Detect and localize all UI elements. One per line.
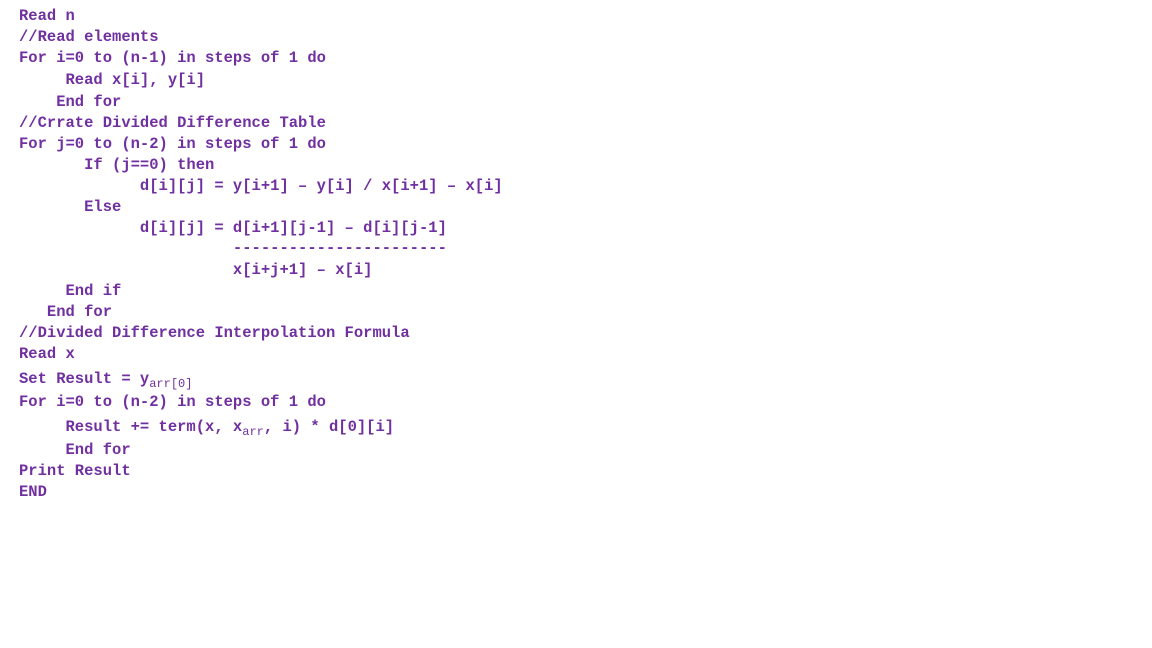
code-line-16: //Divided Difference Interpolation Formu… [19,324,410,342]
code-line-12: ----------------------- [19,239,447,257]
code-line-18: Set Result = yarr[0] [19,369,193,391]
code-line-11: d[i][j] = d[i+1][j-1] – d[i][j-1] [19,219,447,237]
code-line-4: Read x[i], y[i] [19,71,206,89]
code-line-5: End for [19,93,122,111]
code-line-13: x[i+j+1] – x[i] [19,261,373,279]
subscript: arr [242,425,264,439]
pseudocode-block: Read n //Read elements For i=0 to (n-1) … [19,6,1129,636]
code-line-19: For i=0 to (n-2) in steps of 1 do [19,393,326,411]
code-text: Result += term(x, x [19,418,243,436]
code-line-2: //Read elements [19,28,159,46]
code-line-23: END [19,483,47,501]
code-line-10: Else [19,198,122,216]
code-line-14: End if [19,282,122,300]
code-line-20: Result += term(x, xarr, i) * d[0][i] [19,417,395,439]
code-line-15: End for [19,303,113,321]
subscript: arr[0] [149,377,193,391]
code-line-8: If (j==0) then [19,156,215,174]
code-line-1: Read n [19,7,75,25]
code-line-21: End for [19,441,131,459]
code-line-6: //Crrate Divided Difference Table [19,114,326,132]
code-line-3: For i=0 to (n-1) in steps of 1 do [19,49,326,67]
code-line-9: d[i][j] = y[i+1] – y[i] / x[i+1] – x[i] [19,177,503,195]
code-line-22: Print Result [19,462,131,480]
code-line-17: Read x [19,345,75,363]
code-line-7: For j=0 to (n-2) in steps of 1 do [19,135,326,153]
code-text-tail: , i) * d[0][i] [263,418,395,436]
code-text: Set Result = y [19,370,150,388]
